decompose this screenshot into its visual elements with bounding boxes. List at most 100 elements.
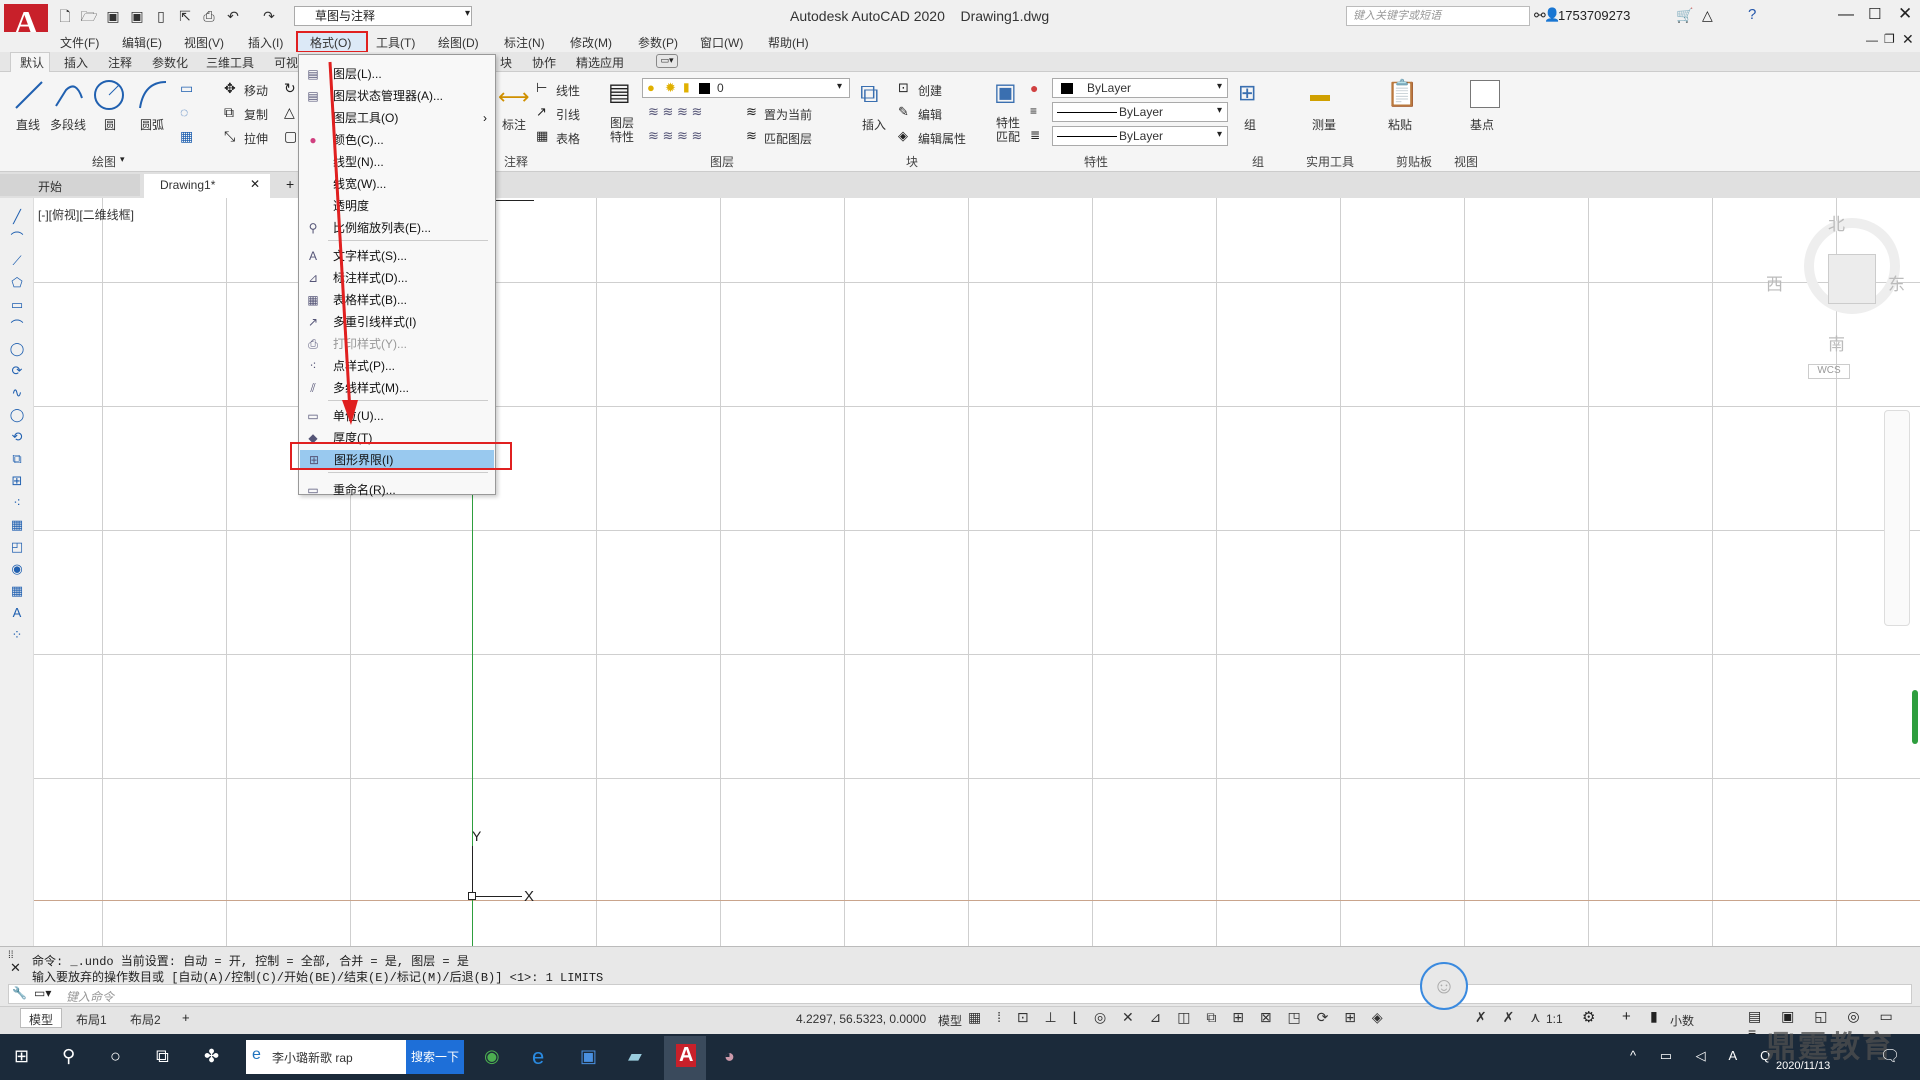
copy-label[interactable]: 复制 <box>244 106 268 123</box>
redo-icon[interactable]: ↷ <box>260 8 278 24</box>
edit-block-icon[interactable]: ✎ <box>898 104 909 120</box>
settings-gear-icon[interactable]: ⚙ <box>1582 1008 1595 1026</box>
tab-featured-apps[interactable]: 精选应用 <box>576 54 624 71</box>
scale-icon[interactable]: ▢ <box>284 128 297 145</box>
tab-collaborate[interactable]: 协作 <box>532 54 556 71</box>
tab-parametric[interactable]: 参数化 <box>152 54 188 71</box>
model-space-button[interactable]: 模型 <box>938 1012 962 1029</box>
search-icon[interactable]: ⚲ <box>62 1046 75 1067</box>
viewcube-top-face[interactable] <box>1828 254 1876 304</box>
layout1-tab[interactable]: 布局1 <box>76 1011 107 1028</box>
edit-attr-icon[interactable]: ◈ <box>898 128 908 144</box>
tab-annotate[interactable]: 注释 <box>108 54 132 71</box>
annotation-panel-title[interactable]: 注释 <box>504 153 528 170</box>
notepad-icon[interactable]: ▰ <box>628 1046 642 1067</box>
menu-tools[interactable]: 工具(T) <box>376 34 415 51</box>
linear-dim-icon[interactable]: ⊢ <box>536 80 547 96</box>
block-panel-title[interactable]: 块 <box>906 153 918 170</box>
tab-block[interactable]: 块 <box>500 54 512 71</box>
tab-default[interactable]: 默认 <box>20 54 44 71</box>
base-label[interactable]: 基点 <box>1470 116 1494 133</box>
compass-east[interactable]: 东 <box>1888 270 1905 295</box>
chevron-down-icon[interactable]: ▾ <box>120 154 125 165</box>
command-input[interactable] <box>8 984 1912 1004</box>
command-close-icon[interactable]: ✕ <box>10 960 21 976</box>
menu-insert[interactable]: 插入(I) <box>248 34 283 51</box>
navigation-bar[interactable] <box>1884 410 1910 626</box>
move-label[interactable]: 移动 <box>244 82 268 99</box>
properties-panel-title[interactable]: 特性 <box>1084 153 1108 170</box>
utilities-panel-title[interactable]: 实用工具 <box>1306 153 1354 170</box>
app-pinwheel-icon[interactable]: ✤ <box>204 1046 219 1067</box>
menu-draw[interactable]: 绘图(D) <box>438 34 479 51</box>
layers-panel-title[interactable]: 图层 <box>710 153 734 170</box>
minimize-icon[interactable]: — <box>1838 6 1854 24</box>
close-icon[interactable]: ✕ <box>1898 4 1912 24</box>
edit-attr-label[interactable]: 编辑属性 <box>918 130 966 147</box>
dimension-label[interactable]: 标注 <box>502 116 526 133</box>
help-icon[interactable]: ? <box>1748 6 1756 23</box>
edit-label[interactable]: 编辑 <box>918 106 942 123</box>
mirror-icon[interactable]: △ <box>284 104 295 121</box>
plus-icon[interactable]: + <box>1622 1008 1631 1025</box>
layer-tools-icons[interactable]: ≋ ≋ ≋ ≋ <box>648 104 702 120</box>
lineweight-dropdown[interactable]: ByLayer ▾ <box>1052 126 1228 146</box>
windows-start-icon[interactable]: ⊞ <box>14 1046 29 1067</box>
rotate-icon[interactable]: ↻ <box>284 80 296 97</box>
maximize-icon[interactable]: ☐ <box>1868 5 1881 23</box>
measure-icon[interactable]: ▬ <box>1310 84 1330 107</box>
menu-edit[interactable]: 编辑(E) <box>122 34 162 51</box>
group-panel-title[interactable]: 组 <box>1252 153 1264 170</box>
match-layer-label[interactable]: 匹配图层 <box>764 130 812 147</box>
close-tab-icon[interactable]: ✕ <box>250 177 260 191</box>
format-menu-item[interactable]: ▭ 重命名(R)... <box>299 480 495 500</box>
app-avatar-icon[interactable]: ◕ <box>724 1046 735 1067</box>
base-view-icon[interactable] <box>1470 80 1500 108</box>
color-wheel-icon[interactable]: ● <box>1030 80 1038 96</box>
export-icon[interactable]: ▯ <box>152 8 170 24</box>
set-current-icon[interactable]: ≋ <box>746 104 757 120</box>
layer-properties-label[interactable]: 图层特性 <box>610 116 634 144</box>
paste-icon[interactable]: 📋 <box>1386 78 1418 109</box>
layer-dropdown[interactable]: ● ✹ ▮ 0 ▾ <box>642 78 850 98</box>
paste-label[interactable]: 粘贴 <box>1388 116 1412 133</box>
a360-icon[interactable]: △ <box>1702 7 1713 24</box>
menu-modify[interactable]: 修改(M) <box>570 34 612 51</box>
cortana-icon[interactable]: ○ <box>110 1046 121 1067</box>
open-file-icon[interactable]: 🗁 <box>80 8 98 24</box>
draw-panel-title[interactable]: 绘图 <box>92 153 116 170</box>
measure-label[interactable]: 测量 <box>1312 116 1336 133</box>
wcs-dropdown[interactable]: WCS <box>1808 364 1850 379</box>
wps-icon[interactable]: ▣ <box>580 1046 597 1067</box>
set-current-label[interactable]: 置为当前 <box>764 106 812 123</box>
assistant-avatar-icon[interactable]: ☺ <box>1420 962 1468 1010</box>
tab-visualize[interactable]: 可视 <box>274 54 298 71</box>
new-file-icon[interactable]: 🗋 <box>56 8 74 24</box>
polyline-tool-icon[interactable] <box>52 78 86 112</box>
system-tray-icons[interactable]: ^ ▭ ◁ A Q <box>1630 1048 1780 1064</box>
command-prompt-icon[interactable]: ▭▾ <box>34 986 51 1000</box>
browser-search-box[interactable]: e 李小璐新歌 rap <box>246 1040 406 1074</box>
rectangle-tool-icon[interactable]: ▭ <box>180 80 193 97</box>
print-icon[interactable]: ⎙ <box>200 8 218 24</box>
insert-block-icon[interactable]: ⧉ <box>860 78 879 110</box>
linetype-dropdown[interactable]: ByLayer ▾ <box>1052 102 1228 122</box>
compass-west[interactable]: 西 <box>1766 270 1783 295</box>
clipboard-panel-title[interactable]: 剪贴板 <box>1396 153 1432 170</box>
annotation-scale[interactable]: 1:1 <box>1546 1012 1563 1026</box>
dimension-tool-icon[interactable]: ⟷ <box>498 84 530 110</box>
edge-icon[interactable]: e <box>532 1044 544 1070</box>
units-dropdown[interactable]: 小数 <box>1670 1012 1742 1029</box>
layout2-tab[interactable]: 布局2 <box>130 1011 161 1028</box>
match-properties-label[interactable]: 特性匹配 <box>996 116 1020 144</box>
doc-restore-icon[interactable]: ❐ <box>1884 32 1895 46</box>
search-go-button[interactable]: 搜索一下 <box>406 1040 464 1074</box>
cart-icon[interactable]: 🛒 <box>1676 7 1693 24</box>
linear-label[interactable]: 线性 <box>556 82 580 99</box>
group-icon[interactable]: ⊞ <box>1238 80 1256 106</box>
compass-north[interactable]: 北 <box>1828 210 1845 235</box>
move-icon[interactable]: ✥ <box>224 80 236 97</box>
save-icon[interactable]: ▣ <box>104 8 122 24</box>
new-tab-icon[interactable]: + <box>286 176 294 192</box>
draw-toolbar-icons[interactable]: ╱ ⌒ ⟋ ⬠ ▭ ⌒ ◯ ⟳ ∿ ◯ ⟲ ⧉ ⊞ ⁖ ▦ ◰ ◉ ▦ A ⁘ <box>8 206 26 646</box>
